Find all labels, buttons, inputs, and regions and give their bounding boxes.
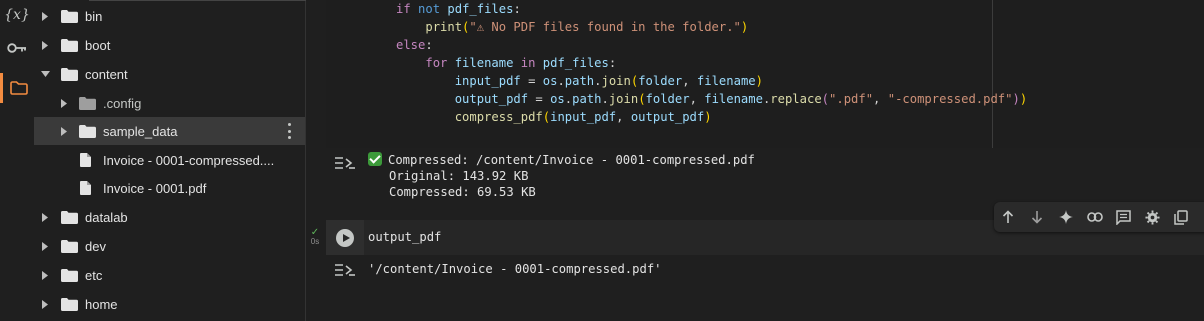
tree-item-invoice-pdf[interactable]: Invoice - 0001.pdf bbox=[34, 174, 305, 202]
comment-button[interactable] bbox=[1109, 202, 1138, 232]
folder-icon bbox=[61, 240, 78, 253]
arrow-up-icon bbox=[1003, 210, 1014, 223]
output-line: Original: 143.92 KB bbox=[389, 169, 529, 183]
tree-item-label: .config bbox=[103, 95, 142, 111]
folder-icon bbox=[61, 211, 78, 224]
code-line: print("⚠ No PDF files found in the folde… bbox=[425, 20, 749, 34]
key-icon bbox=[7, 43, 26, 53]
tree-item-label: datalab bbox=[85, 209, 128, 225]
left-icon-rail: {x} bbox=[0, 0, 35, 321]
tree-item-label: Invoice - 0001-compressed.... bbox=[103, 152, 275, 168]
code-line: compress_pdf(input_pdf, output_pdf) bbox=[454, 110, 712, 124]
folder-icon bbox=[61, 10, 78, 23]
chevron-right-icon[interactable] bbox=[40, 11, 50, 21]
settings-button[interactable] bbox=[1138, 202, 1167, 232]
chevron-right-icon[interactable] bbox=[40, 270, 50, 280]
tree-item-label: Invoice - 0001.pdf bbox=[103, 180, 207, 196]
more-button[interactable] bbox=[1195, 202, 1204, 232]
tree-item-label: home bbox=[85, 296, 118, 312]
chevron-right-icon[interactable] bbox=[40, 299, 50, 309]
variables-button[interactable]: {x} bbox=[0, 0, 34, 30]
tree-item-label: boot bbox=[85, 37, 111, 53]
gear-icon bbox=[1145, 209, 1160, 225]
execution-status: ✓ 0s bbox=[308, 227, 322, 247]
tree-item-config[interactable]: .config bbox=[34, 89, 305, 117]
tree-item-bin[interactable]: bin bbox=[34, 2, 305, 30]
file-icon bbox=[80, 153, 91, 167]
cell-toolbar bbox=[994, 202, 1204, 232]
tree-item-label: content bbox=[85, 66, 128, 82]
sparkle-icon bbox=[1058, 210, 1073, 224]
tree-top-divider bbox=[89, 0, 324, 1]
code-line: if not pdf_files: bbox=[396, 2, 521, 16]
file-tree: bin boot content .config sample_data Inv… bbox=[34, 0, 324, 321]
tree-item-label: dev bbox=[85, 238, 106, 254]
chevron-right-icon[interactable] bbox=[40, 212, 50, 222]
link-icon bbox=[1086, 212, 1103, 222]
folder-icon bbox=[9, 81, 28, 95]
copy-icon bbox=[1174, 209, 1188, 225]
chevron-right-icon[interactable] bbox=[40, 40, 50, 50]
play-icon bbox=[336, 228, 354, 247]
code-line: else: bbox=[396, 38, 433, 52]
move-up-button[interactable] bbox=[994, 202, 1023, 232]
tree-item-label: etc bbox=[85, 267, 103, 283]
folder-icon bbox=[61, 68, 78, 81]
tree-item-etc[interactable]: etc bbox=[34, 261, 305, 289]
output-toggle-icon[interactable] bbox=[334, 155, 356, 171]
tree-item-invoice-compressed[interactable]: Invoice - 0001-compressed.... bbox=[34, 146, 305, 174]
check-icon: ✓ bbox=[310, 227, 320, 238]
copy-link-button[interactable] bbox=[1080, 202, 1109, 232]
tree-item-content[interactable]: content bbox=[34, 60, 305, 88]
execution-time: 0s bbox=[310, 237, 320, 246]
tree-item-label: sample_data bbox=[103, 123, 178, 139]
code-line: input_pdf = os.path.join(folder, filenam… bbox=[454, 74, 763, 88]
tree-item-sample-data[interactable]: sample_data bbox=[34, 117, 305, 145]
secrets-button[interactable] bbox=[0, 33, 34, 63]
chevron-right-icon[interactable] bbox=[40, 241, 50, 251]
folder-icon bbox=[61, 269, 78, 282]
code-line: for filename in pdf_files: bbox=[425, 56, 617, 70]
tree-item-home[interactable]: home bbox=[34, 290, 305, 318]
gemini-button[interactable] bbox=[1052, 202, 1081, 232]
chevron-down-icon[interactable] bbox=[40, 69, 50, 79]
more-options-icon[interactable] bbox=[287, 123, 291, 139]
notebook-main: if not pdf_files: print("⚠ No PDF files … bbox=[306, 0, 1204, 321]
tree-item-boot[interactable]: boot bbox=[34, 31, 305, 59]
check-badge-icon bbox=[368, 152, 382, 166]
cell-output: Compressed: /content/Invoice - 0001-comp… bbox=[326, 148, 1204, 208]
output-line: Compressed: 69.53 KB bbox=[389, 185, 536, 199]
cell-code[interactable]: output_pdf bbox=[368, 230, 441, 244]
tree-item-datalab[interactable]: datalab bbox=[34, 203, 305, 231]
folder-icon bbox=[79, 97, 96, 110]
variables-icon: {x} bbox=[4, 7, 30, 23]
arrow-down-icon bbox=[1032, 211, 1043, 224]
code-line: output_pdf = os.path.join(folder, filena… bbox=[454, 92, 1028, 106]
code-editor[interactable]: if not pdf_files: print("⚠ No PDF files … bbox=[396, 0, 1027, 126]
tree-item-dev[interactable]: dev bbox=[34, 232, 305, 260]
chevron-right-icon[interactable] bbox=[59, 126, 69, 136]
cell-output-2: '/content/Invoice - 0001-compressed.pdf' bbox=[326, 258, 1204, 288]
output-line: Compressed: /content/Invoice - 0001-comp… bbox=[368, 152, 755, 167]
move-down-button[interactable] bbox=[1023, 202, 1052, 232]
chevron-right-icon[interactable] bbox=[59, 98, 69, 108]
output-toggle-icon[interactable] bbox=[334, 262, 356, 278]
folder-icon bbox=[61, 39, 78, 52]
file-icon bbox=[80, 181, 91, 195]
folder-icon bbox=[79, 125, 96, 138]
comment-icon bbox=[1116, 209, 1131, 225]
mirror-cell-button[interactable] bbox=[1167, 202, 1196, 232]
tree-item-label: bin bbox=[85, 8, 103, 24]
code-cell[interactable]: if not pdf_files: print("⚠ No PDF files … bbox=[326, 0, 1204, 148]
files-button[interactable] bbox=[0, 73, 34, 103]
output-line: '/content/Invoice - 0001-compressed.pdf' bbox=[368, 262, 662, 276]
run-cell-button[interactable] bbox=[326, 220, 364, 255]
folder-icon bbox=[61, 298, 78, 311]
